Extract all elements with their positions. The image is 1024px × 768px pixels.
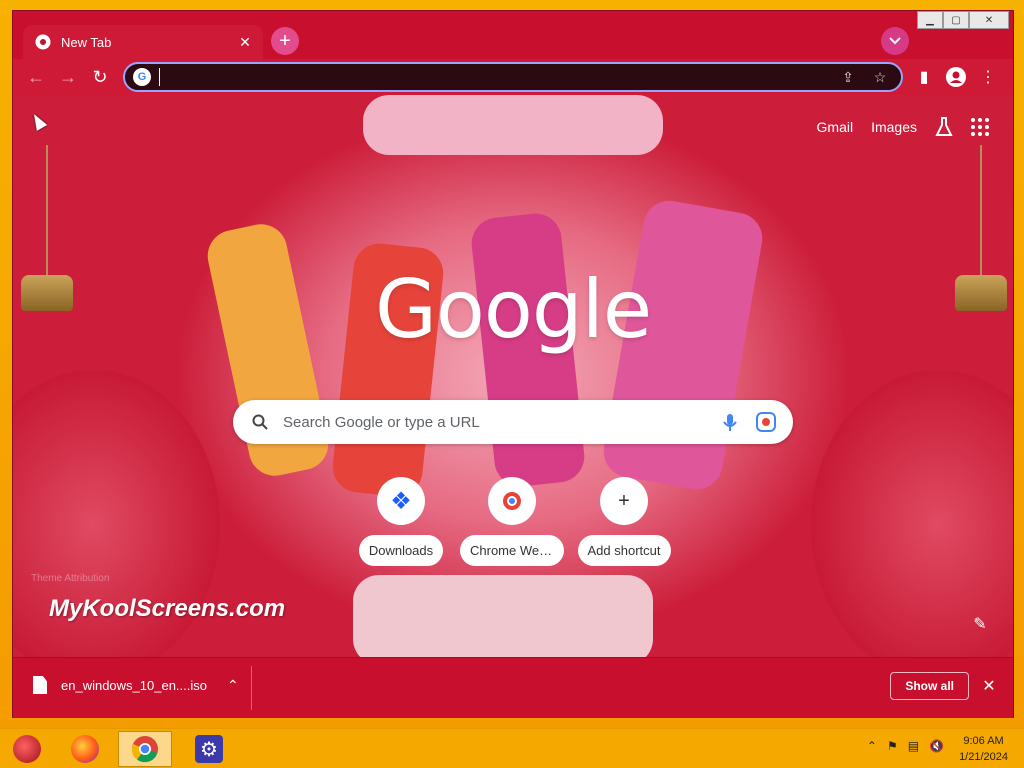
search-placeholder: Search Google or type a URL — [283, 413, 480, 431]
plus-icon: + — [600, 477, 648, 525]
browser-window: New Tab ✕ + ▁ ▢ ✕ ← → ↻ G ⇪ ☆ ▮ ⋮ Gmail … — [12, 10, 1014, 718]
download-item[interactable]: en_windows_10_en....iso ⌃ — [33, 676, 239, 694]
shortcut-downloads[interactable]: ❖ Downloads — [349, 477, 453, 571]
google-lens-icon[interactable] — [755, 411, 777, 433]
microphone-icon[interactable] — [719, 411, 741, 433]
volume-muted-icon[interactable]: 🔇 — [929, 739, 944, 753]
address-bar[interactable]: G ⇪ ☆ — [123, 62, 903, 92]
theme-attribution[interactable]: Theme Attribution — [31, 573, 109, 584]
minimize-button[interactable]: ▁ — [917, 11, 943, 29]
ornament-string — [46, 145, 48, 275]
side-panel-icon: ▮ — [919, 69, 929, 86]
star-icon[interactable]: ☆ — [869, 66, 891, 88]
reload-icon: ↻ — [92, 66, 108, 87]
clock[interactable]: 9:06 AM 1/21/2024 — [959, 733, 1008, 765]
tab-close-icon[interactable]: ✕ — [237, 34, 253, 50]
kebab-menu-icon: ⋮ — [980, 69, 996, 86]
start-ornament-icon — [13, 735, 41, 763]
google-logo: Google — [374, 263, 652, 356]
gmail-link[interactable]: Gmail — [817, 119, 854, 135]
apps-grid-icon[interactable] — [971, 118, 989, 136]
taskbar-settings[interactable]: ⚙ — [182, 731, 236, 767]
download-filename: en_windows_10_en....iso — [61, 677, 207, 693]
chevron-up-icon[interactable]: ⌃ — [867, 739, 877, 753]
watermark: MyKoolScreens.com — [49, 595, 286, 622]
search-icon — [249, 411, 271, 433]
profile-icon — [946, 67, 966, 87]
add-shortcut-button[interactable]: + Add shortcut — [572, 477, 676, 571]
maximize-button[interactable]: ▢ — [943, 11, 969, 29]
ornament-string — [980, 145, 982, 275]
shortcut-label: Add shortcut — [577, 535, 671, 566]
shortcut-label: Downloads — [358, 535, 444, 566]
back-button[interactable]: ← — [23, 64, 49, 90]
chevron-down-icon — [889, 37, 901, 45]
new-tab-page: Gmail Images Google Search Google or typ… — [13, 95, 1013, 657]
text-cursor — [159, 68, 160, 86]
clock-time: 9:06 AM — [963, 735, 1004, 747]
taskbar-firefox[interactable] — [58, 731, 112, 767]
share-icon[interactable]: ⇪ — [837, 66, 859, 88]
shelf-close-icon[interactable]: ✕ — [979, 676, 999, 696]
chrome-web-store-icon — [488, 477, 536, 525]
flag-icon[interactable]: ⚑ — [887, 739, 898, 753]
close-window-button[interactable]: ✕ — [969, 11, 1009, 29]
chrome-icon — [131, 736, 158, 763]
shortcut-chrome-web-store[interactable]: Chrome Web ... — [460, 477, 564, 571]
tab-new-tab[interactable]: New Tab ✕ — [23, 25, 263, 59]
file-icon — [33, 676, 47, 694]
top-links: Gmail Images — [817, 117, 989, 137]
tab-search-button[interactable] — [881, 27, 909, 55]
labs-flask-icon[interactable] — [935, 117, 953, 137]
download-shelf: en_windows_10_en....iso ⌃ Show all ✕ — [13, 657, 1013, 718]
search-box[interactable]: Search Google or type a URL — [233, 400, 793, 444]
start-button[interactable] — [0, 731, 54, 767]
side-panel-button[interactable]: ▮ — [911, 64, 937, 90]
arrow-right-icon: → — [59, 66, 77, 87]
clock-date: 1/21/2024 — [959, 751, 1008, 763]
toolbar: ← → ↻ G ⇪ ☆ ▮ ⋮ — [13, 59, 1013, 95]
gear-icon: ⚙ — [195, 735, 223, 763]
reload-button[interactable]: ↻ — [87, 64, 113, 90]
chevron-up-icon[interactable]: ⌃ — [227, 677, 239, 694]
taskbar: ⚙ ⌃ ⚑ ▤ 🔇 9:06 AM 1/21/2024 — [0, 728, 1024, 768]
show-all-button[interactable]: Show all — [890, 672, 969, 700]
google-g-icon: G — [133, 68, 151, 86]
system-tray: ⌃ ⚑ ▤ 🔇 — [867, 739, 944, 753]
tab-title: New Tab — [61, 34, 112, 50]
shelf-divider — [251, 666, 252, 710]
new-tab-button[interactable]: + — [271, 27, 299, 55]
taskbar-chrome[interactable] — [118, 731, 172, 767]
arrow-left-icon: ← — [27, 66, 45, 87]
chrome-icon — [35, 34, 51, 50]
title-bar: New Tab ✕ + ▁ ▢ ✕ — [13, 11, 1013, 59]
downloads-shortcut-icon: ❖ — [377, 477, 425, 525]
shortcut-label: Chrome Web ... — [460, 535, 564, 566]
customize-pencil-icon[interactable]: ✎ — [969, 613, 991, 635]
network-icon[interactable]: ▤ — [908, 739, 919, 753]
images-link[interactable]: Images — [871, 119, 917, 135]
firefox-icon — [71, 735, 99, 763]
forward-button[interactable]: → — [55, 64, 81, 90]
profile-button[interactable] — [943, 64, 969, 90]
menu-button[interactable]: ⋮ — [975, 64, 1001, 90]
